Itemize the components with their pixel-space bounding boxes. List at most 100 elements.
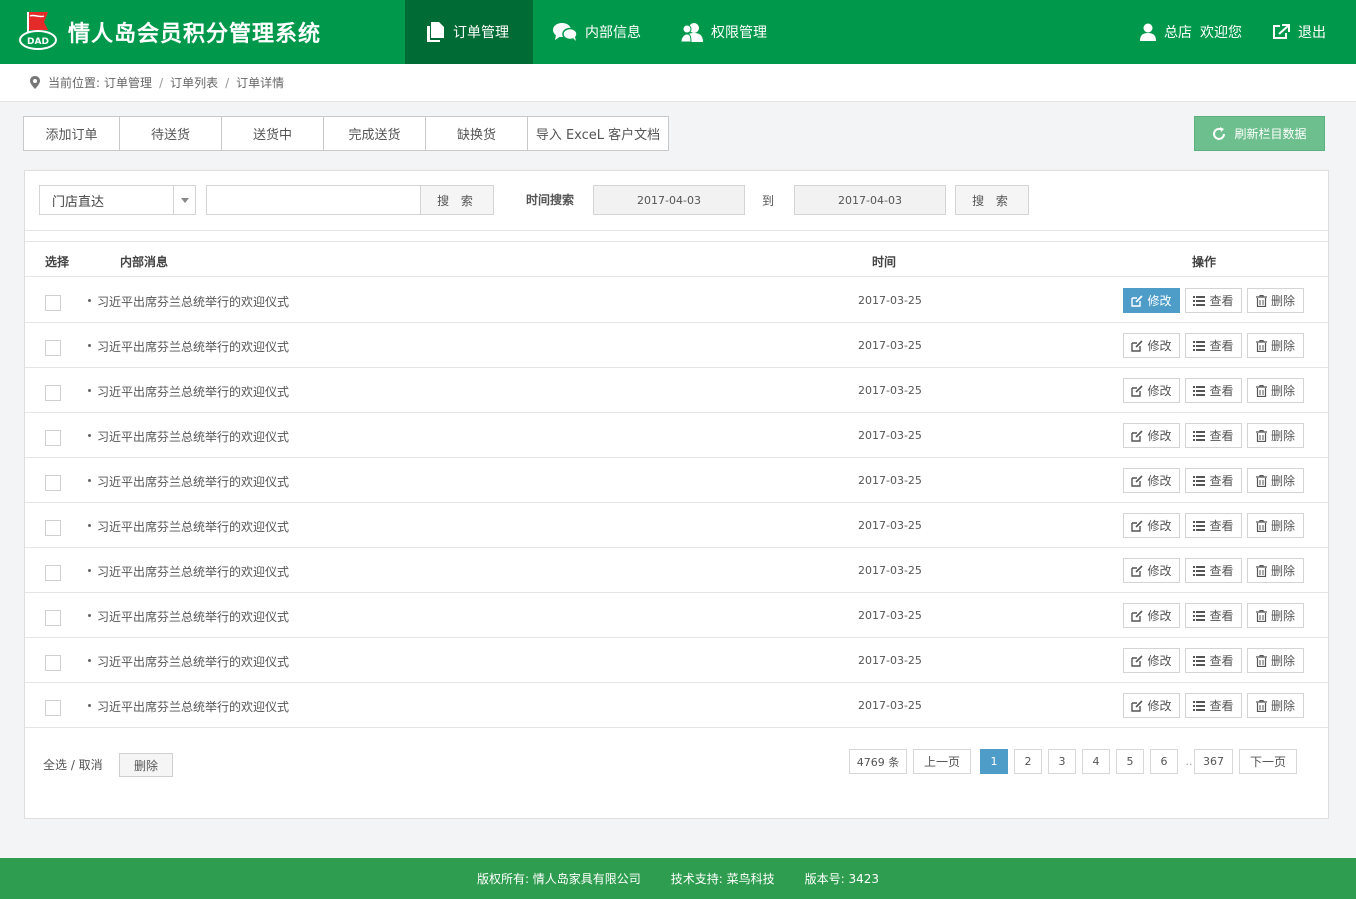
row-checkbox[interactable] — [45, 700, 61, 716]
trash-icon — [1255, 294, 1267, 307]
select-all-toggle[interactable]: 全选 / 取消 — [43, 756, 103, 773]
delete-button[interactable]: 删除 — [1247, 468, 1304, 493]
trash-icon — [1255, 654, 1267, 667]
tab-delivered[interactable]: 完成送货 — [324, 117, 426, 150]
delete-button[interactable]: 删除 — [1247, 333, 1304, 358]
row-actions: 修改 查看 删除 — [1123, 288, 1304, 313]
page-last[interactable]: 367 — [1194, 749, 1233, 774]
tab-shortage[interactable]: 缺换货 — [426, 117, 528, 150]
row-message[interactable]: 习近平出席芬兰总统举行的欢迎仪式 — [97, 338, 289, 355]
edit-label: 修改 — [1147, 384, 1172, 398]
view-button[interactable]: 查看 — [1185, 333, 1242, 358]
view-button[interactable]: 查看 — [1185, 378, 1242, 403]
edit-button[interactable]: 修改 — [1123, 603, 1180, 628]
view-button[interactable]: 查看 — [1185, 603, 1242, 628]
delete-button[interactable]: 删除 — [1247, 513, 1304, 538]
user-info[interactable]: 总店 欢迎您 — [1140, 22, 1242, 42]
view-button[interactable]: 查看 — [1185, 693, 1242, 718]
row-time: 2017-03-25 — [858, 384, 922, 397]
trash-icon — [1255, 339, 1267, 352]
row-message[interactable]: 习近平出席芬兰总统举行的欢迎仪式 — [97, 383, 289, 400]
row-time: 2017-03-25 — [858, 699, 922, 712]
edit-button[interactable]: 修改 — [1123, 423, 1180, 448]
row-message[interactable]: 习近平出席芬兰总统举行的欢迎仪式 — [97, 473, 289, 490]
bulk-delete-button[interactable]: 删除 — [119, 753, 173, 777]
page-number[interactable]: 5 — [1116, 749, 1144, 774]
row-message[interactable]: 习近平出席芬兰总统举行的欢迎仪式 — [97, 608, 289, 625]
delete-button[interactable]: 删除 — [1247, 423, 1304, 448]
view-button[interactable]: 查看 — [1185, 288, 1242, 313]
list-icon — [1193, 340, 1206, 351]
edit-button[interactable]: 修改 — [1123, 648, 1180, 673]
tab-delivering[interactable]: 送货中 — [222, 117, 324, 150]
row-time: 2017-03-25 — [858, 339, 922, 352]
delete-button[interactable]: 删除 — [1247, 603, 1304, 628]
nav-label: 订单管理 — [453, 25, 509, 41]
page-footer: 版权所有: 情人岛家具有限公司 技术支持: 菜鸟科技 版本号: 3423 — [0, 858, 1356, 899]
date-from-input[interactable] — [593, 185, 745, 215]
nav-internal-info[interactable]: 内部信息 — [533, 0, 661, 64]
row-checkbox[interactable] — [45, 295, 61, 311]
list-icon — [1193, 295, 1206, 306]
row-message[interactable]: 习近平出席芬兰总统举行的欢迎仪式 — [97, 293, 289, 310]
view-label: 查看 — [1209, 339, 1234, 353]
view-button[interactable]: 查看 — [1185, 468, 1242, 493]
breadcrumb-item-list[interactable]: 订单列表 — [170, 74, 218, 91]
tab-import-excel[interactable]: 导入 ExceL 客户文档 — [528, 117, 668, 150]
next-page-button[interactable]: 下一页 — [1239, 749, 1297, 774]
delete-button[interactable]: 删除 — [1247, 558, 1304, 583]
page-number[interactable]: 4 — [1082, 749, 1110, 774]
delete-button[interactable]: 删除 — [1247, 693, 1304, 718]
row-message[interactable]: 习近平出席芬兰总统举行的欢迎仪式 — [97, 653, 289, 670]
chat-icon — [553, 23, 577, 41]
breadcrumb-item-orders[interactable]: 订单管理 — [104, 74, 152, 91]
edit-button[interactable]: 修改 — [1123, 333, 1180, 358]
prev-page-button[interactable]: 上一页 — [913, 749, 971, 774]
store-select[interactable]: 门店直达 — [39, 185, 196, 215]
page-number[interactable]: 2 — [1014, 749, 1042, 774]
page-number[interactable]: 1 — [980, 749, 1008, 774]
store-select-value: 门店直达 — [52, 194, 105, 210]
row-message[interactable]: 习近平出席芬兰总统举行的欢迎仪式 — [97, 518, 289, 535]
date-to-input[interactable] — [794, 185, 946, 215]
row-actions: 修改 查看 删除 — [1123, 423, 1304, 448]
row-message[interactable]: 习近平出席芬兰总统举行的欢迎仪式 — [97, 698, 289, 715]
page-number[interactable]: 6 — [1150, 749, 1178, 774]
nav-order-management[interactable]: 订单管理 — [405, 0, 533, 64]
search-button[interactable]: 搜 索 — [420, 185, 494, 215]
row-message[interactable]: 习近平出席芬兰总统举行的欢迎仪式 — [97, 563, 289, 580]
keyword-input[interactable] — [206, 185, 421, 215]
view-label: 查看 — [1209, 654, 1234, 668]
delete-button[interactable]: 删除 — [1247, 648, 1304, 673]
delete-button[interactable]: 删除 — [1247, 378, 1304, 403]
delete-button[interactable]: 删除 — [1247, 288, 1304, 313]
edit-button[interactable]: 修改 — [1123, 288, 1180, 313]
edit-button[interactable]: 修改 — [1123, 693, 1180, 718]
row-checkbox[interactable] — [45, 430, 61, 446]
row-checkbox[interactable] — [45, 610, 61, 626]
row-checkbox[interactable] — [45, 520, 61, 536]
row-message[interactable]: 习近平出席芬兰总统举行的欢迎仪式 — [97, 428, 289, 445]
nav-permission-management[interactable]: 权限管理 — [661, 0, 787, 64]
edit-button[interactable]: 修改 — [1123, 378, 1180, 403]
view-button[interactable]: 查看 — [1185, 648, 1242, 673]
time-search-button[interactable]: 搜 索 — [955, 185, 1029, 215]
edit-button[interactable]: 修改 — [1123, 558, 1180, 583]
edit-icon — [1131, 294, 1144, 307]
edit-button[interactable]: 修改 — [1123, 513, 1180, 538]
row-checkbox[interactable] — [45, 565, 61, 581]
tab-add-order[interactable]: 添加订单 — [24, 117, 120, 150]
page-number[interactable]: 3 — [1048, 749, 1076, 774]
refresh-button[interactable]: 刷新栏目数据 — [1194, 116, 1325, 151]
view-button[interactable]: 查看 — [1185, 423, 1242, 448]
logout-button[interactable]: 退出 — [1272, 22, 1326, 42]
edit-label: 修改 — [1147, 609, 1172, 623]
edit-button[interactable]: 修改 — [1123, 468, 1180, 493]
row-checkbox[interactable] — [45, 340, 61, 356]
row-checkbox[interactable] — [45, 475, 61, 491]
tab-pending-delivery[interactable]: 待送货 — [120, 117, 222, 150]
row-checkbox[interactable] — [45, 655, 61, 671]
view-button[interactable]: 查看 — [1185, 513, 1242, 538]
row-checkbox[interactable] — [45, 385, 61, 401]
view-button[interactable]: 查看 — [1185, 558, 1242, 583]
